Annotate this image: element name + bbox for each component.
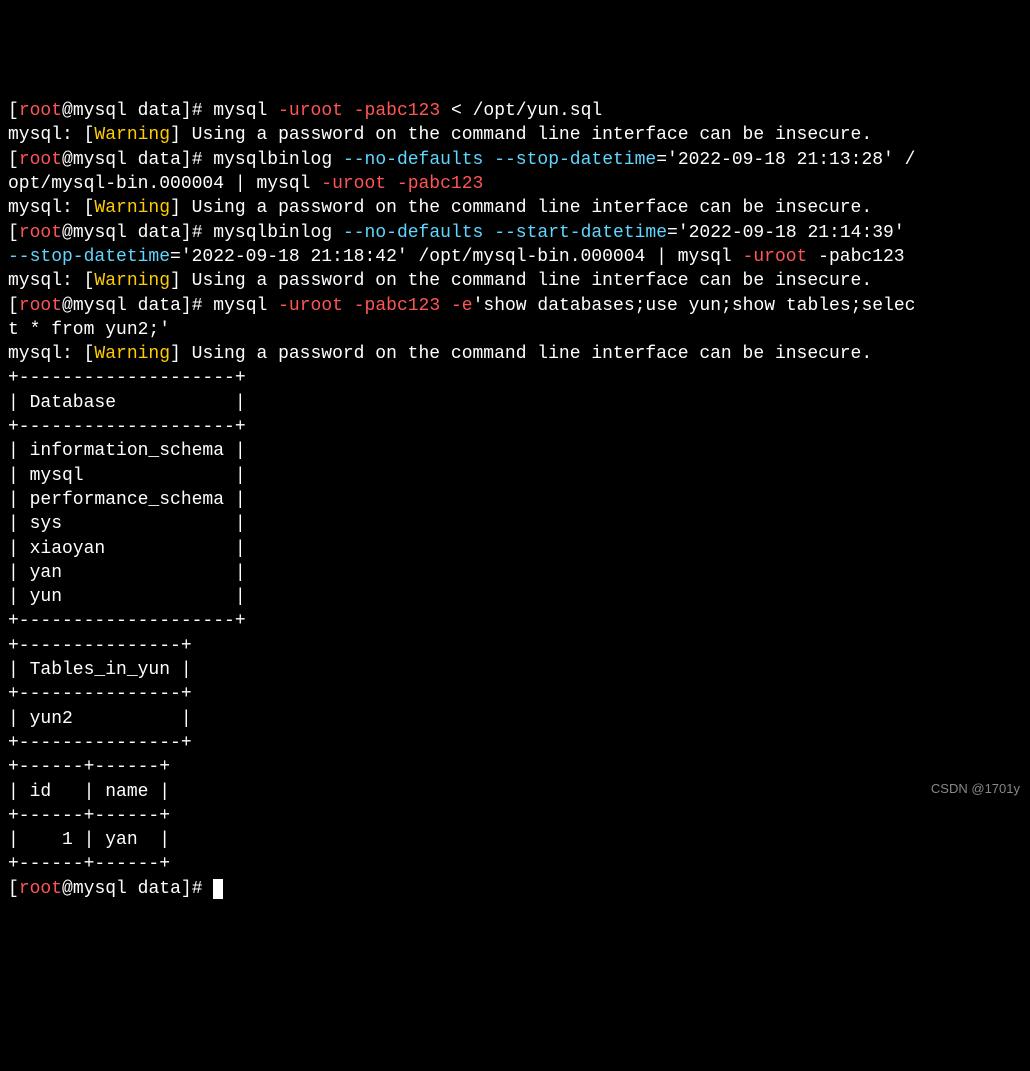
table-row: | yun | bbox=[8, 587, 246, 607]
warning-text: ] Using a password on the command line i… bbox=[170, 344, 872, 364]
command-text: mysql bbox=[213, 101, 267, 121]
table-border: +------+------+ bbox=[8, 854, 170, 874]
mysql-flag-pass: -pabc123 bbox=[397, 174, 483, 194]
redirect-file: < /opt/yun.sql bbox=[451, 101, 602, 121]
table-border: +---------------+ bbox=[8, 684, 192, 704]
mysql-flag-user: -uroot bbox=[743, 247, 808, 267]
table-border: +--------------------+ bbox=[8, 368, 246, 388]
prompt-line: [root@mysql data]# bbox=[8, 296, 213, 316]
watermark: CSDN @1701y bbox=[931, 780, 1020, 798]
prompt-line: [root@mysql data]# bbox=[8, 150, 213, 170]
warning-prefix: mysql: [ bbox=[8, 198, 94, 218]
datetime-value: ='2022-09-18 21:13:28' / bbox=[656, 150, 915, 170]
sql-query-cont: t * from yun2;' bbox=[8, 320, 170, 340]
warning-label: Warning bbox=[94, 125, 170, 145]
mysql-flag-user: -uroot bbox=[321, 174, 386, 194]
cursor[interactable] bbox=[213, 879, 223, 899]
mysql-flag-e: -e bbox=[451, 296, 473, 316]
flag-no-defaults: --no-defaults bbox=[343, 223, 483, 243]
warning-prefix: mysql: [ bbox=[8, 125, 94, 145]
prompt-line: [root@mysql data]# bbox=[8, 101, 213, 121]
flag-start-datetime: --start-datetime bbox=[494, 223, 667, 243]
warning-prefix: mysql: [ bbox=[8, 344, 94, 364]
mysql-flag-pass: -pabc123 bbox=[354, 101, 440, 121]
mysql-flag-pass-plain: -pabc123 bbox=[818, 247, 904, 267]
table-border: +------+------+ bbox=[8, 757, 170, 777]
warning-label: Warning bbox=[94, 198, 170, 218]
warning-label: Warning bbox=[94, 271, 170, 291]
table-header: | id | name | bbox=[8, 782, 170, 802]
flag-stop-datetime: --stop-datetime bbox=[494, 150, 656, 170]
table-row: | yun2 | bbox=[8, 709, 192, 729]
table-row: | mysql | bbox=[8, 466, 246, 486]
command-text: mysql bbox=[213, 296, 267, 316]
sql-query: 'show databases;use yun;show tables;sele… bbox=[473, 296, 916, 316]
warning-text: ] Using a password on the command line i… bbox=[170, 271, 872, 291]
mysql-flag-pass: -pabc123 bbox=[354, 296, 440, 316]
table-row: | performance_schema | bbox=[8, 490, 246, 510]
table-border: +---------------+ bbox=[8, 733, 192, 753]
terminal-output[interactable]: [root@mysql data]# mysql -uroot -pabc123… bbox=[8, 99, 1022, 901]
datetime-binfile-pipe: ='2022-09-18 21:18:42' /opt/mysql-bin.00… bbox=[170, 247, 732, 267]
table-header: | Tables_in_yun | bbox=[8, 660, 192, 680]
table-border: +------+------+ bbox=[8, 806, 170, 826]
table-row: | sys | bbox=[8, 514, 246, 534]
warning-prefix: mysql: [ bbox=[8, 271, 94, 291]
prompt-line: [root@mysql data]# bbox=[8, 223, 213, 243]
warning-text: ] Using a password on the command line i… bbox=[170, 198, 872, 218]
table-row: | yan | bbox=[8, 563, 246, 583]
table-border: +--------------------+ bbox=[8, 417, 246, 437]
prompt-line: [root@mysql data]# bbox=[8, 879, 213, 899]
mysql-flag-user: -uroot bbox=[278, 296, 343, 316]
table-row: | information_schema | bbox=[8, 441, 246, 461]
datetime-value: ='2022-09-18 21:14:39' bbox=[667, 223, 905, 243]
flag-no-defaults: --no-defaults bbox=[343, 150, 483, 170]
table-header: | Database | bbox=[8, 393, 246, 413]
table-row: | 1 | yan | bbox=[8, 830, 170, 850]
flag-stop-datetime: --stop-datetime bbox=[8, 247, 170, 267]
command-text: mysqlbinlog bbox=[213, 150, 332, 170]
binfile-pipe: opt/mysql-bin.000004 | mysql bbox=[8, 174, 310, 194]
mysql-flag-user: -uroot bbox=[278, 101, 343, 121]
warning-label: Warning bbox=[94, 344, 170, 364]
table-row: | xiaoyan | bbox=[8, 539, 246, 559]
table-border: +--------------------+ bbox=[8, 611, 246, 631]
command-text: mysqlbinlog bbox=[213, 223, 332, 243]
warning-text: ] Using a password on the command line i… bbox=[170, 125, 872, 145]
table-border: +---------------+ bbox=[8, 636, 192, 656]
